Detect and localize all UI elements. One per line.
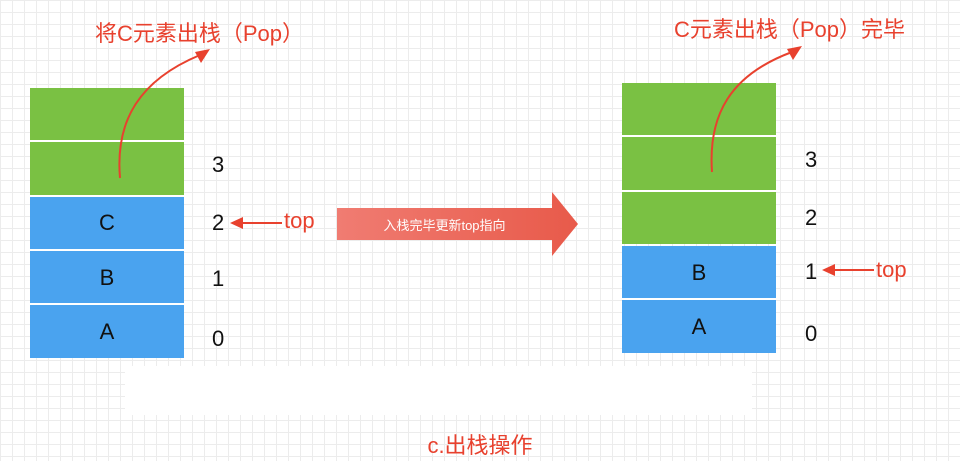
caption: c.出栈操作: [427, 433, 533, 458]
right-pop-curve-arrow: [710, 51, 793, 173]
right-pop-arrowhead: [787, 46, 802, 60]
middle-arrow-label: 入栈完毕更新top指向: [383, 217, 506, 233]
left-pop-arrowhead: [195, 49, 210, 63]
right-top-pointer-head: [822, 264, 835, 276]
left-top-pointer-head: [230, 217, 243, 229]
left-pop-curve-arrow: [118, 54, 201, 179]
